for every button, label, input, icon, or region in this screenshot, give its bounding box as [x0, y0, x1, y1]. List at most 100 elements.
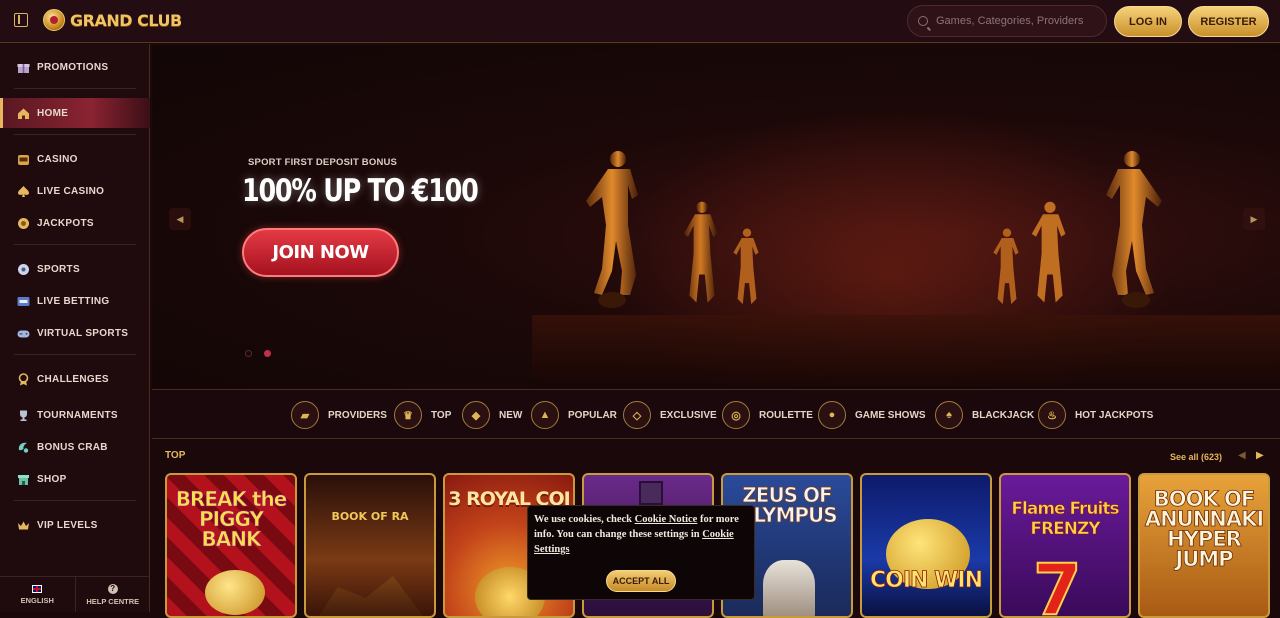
sidebar-item-label: PROMOTIONS [37, 61, 109, 73]
statue-figure-image [1096, 145, 1176, 315]
hero-floor [532, 315, 1280, 389]
category-bar: ▰ PROVIDERS ♛ TOP ◆ NEW ▲ POPULAR ◇ EXCL… [152, 389, 1280, 439]
game-tile[interactable]: BOOK OF RA [304, 473, 436, 618]
logo-coin-icon [43, 9, 65, 31]
sidebar-item-label: TOURNAMENTS [37, 409, 118, 421]
sidebar-item-vip-levels[interactable]: VIP LEVELS [0, 510, 150, 540]
sidebar-item-shop[interactable]: SHOP [0, 464, 150, 494]
soccer-ball-icon [16, 262, 30, 276]
flame-icon: ♨ [1038, 401, 1066, 429]
sidebar-footer: ENGLISH ? HELP CENTRE [0, 576, 150, 612]
logo-text: GRAND CLUB [70, 10, 182, 30]
hero-banner[interactable]: ◀ ▶ SPORT FIRST DEPOSIT BONUS 100% UP TO… [152, 45, 1280, 389]
sidebar-item-sports[interactable]: SPORTS [0, 254, 150, 284]
category-label: POPULAR [568, 409, 617, 421]
folder-icon: ▰ [291, 401, 319, 429]
section-title-top: TOP [165, 450, 186, 461]
sidebar-toggle-icon[interactable] [14, 13, 28, 27]
hero-next-arrow-icon[interactable]: ▶ [1243, 208, 1265, 230]
sidebar-item-home[interactable]: HOME [0, 98, 150, 128]
category-game-shows[interactable]: ● GAME SHOWS [818, 400, 926, 430]
sidebar-divider [14, 244, 136, 245]
sidebar-divider [14, 500, 136, 501]
category-popular[interactable]: ▲ POPULAR [531, 400, 617, 430]
game-tile[interactable]: BOOK OF ANUNNAKI HYPER JUMP [1138, 473, 1270, 618]
scroll-left-arrow-icon[interactable]: ◀ [1238, 450, 1246, 461]
cross-image [639, 481, 663, 505]
statue-figure-image [726, 225, 768, 315]
cookie-notice-link[interactable]: Cookie Notice [635, 514, 698, 525]
live-icon [16, 294, 30, 308]
gamepad-icon [16, 326, 30, 340]
help-icon: ? [107, 583, 118, 594]
sidebar-item-virtual-sports[interactable]: VIRTUAL SPORTS [0, 318, 150, 348]
cookie-text: We use cookies, check Cookie Notice for … [534, 512, 748, 557]
login-button[interactable]: LOG IN [1114, 6, 1182, 37]
sidebar-item-promotions[interactable]: PROMOTIONS [0, 52, 150, 82]
top-header: GRAND CLUB LOG IN REGISTER [0, 0, 1280, 43]
diamond-icon: ◇ [623, 401, 651, 429]
statue-figure-image [1022, 197, 1078, 317]
trophy-icon [16, 408, 30, 422]
hero-title: 100% UP TO €100 [242, 173, 479, 209]
sidebar-item-jackpots[interactable]: JACKPOTS [0, 208, 150, 238]
thumbs-up-icon: ▲ [531, 401, 559, 429]
register-button[interactable]: REGISTER [1188, 6, 1269, 37]
game-title: BREAK the PIGGY BANK [175, 487, 287, 551]
search-input[interactable] [936, 15, 1096, 27]
logo[interactable]: GRAND CLUB [43, 9, 182, 31]
spade-icon: ♠ [935, 401, 963, 429]
sidebar-item-label: JACKPOTS [37, 217, 94, 229]
sidebar-item-bonus-crab[interactable]: BONUS CRAB [0, 432, 150, 462]
claw-icon [16, 440, 30, 454]
sidebar-item-label: LIVE BETTING [37, 295, 110, 307]
sidebar-item-label: CHALLENGES [37, 373, 109, 385]
category-new[interactable]: ◆ NEW [462, 400, 522, 430]
category-roulette[interactable]: ◎ ROULETTE [722, 400, 813, 430]
scroll-right-arrow-icon[interactable]: ▶ [1256, 450, 1264, 461]
category-top[interactable]: ♛ TOP [394, 400, 451, 430]
carousel-dot[interactable] [245, 350, 252, 357]
sidebar-item-live-casino[interactable]: LIVE CASINO [0, 176, 150, 206]
game-tile[interactable]: COIN WIN [860, 473, 992, 618]
carousel-dot-active[interactable] [264, 350, 271, 357]
hero-prev-arrow-icon[interactable]: ◀ [169, 208, 191, 230]
category-providers[interactable]: ▰ PROVIDERS [291, 400, 387, 430]
category-label: ROULETTE [759, 409, 813, 421]
hero-eyebrow: SPORT FIRST DEPOSIT BONUS [248, 157, 398, 168]
language-selector[interactable]: ENGLISH [0, 577, 75, 612]
category-blackjack[interactable]: ♠ BLACKJACK [935, 400, 1034, 430]
category-exclusive[interactable]: ◇ EXCLUSIVE [623, 400, 717, 430]
cookie-banner: We use cookies, check Cookie Notice for … [527, 505, 755, 600]
sidebar-item-label: SPORTS [37, 263, 80, 275]
sidebar-divider [14, 88, 136, 89]
sidebar: PROMOTIONS HOME CASINO LIVE CASINO JACKP… [0, 44, 150, 612]
sidebar-item-label: VIRTUAL SPORTS [37, 327, 129, 339]
category-hot-jackpots[interactable]: ♨ HOT JACKPOTS [1038, 400, 1153, 430]
sidebar-item-label: SHOP [37, 473, 67, 485]
help-label: HELP CENTRE [86, 596, 140, 606]
zeus-image [763, 560, 815, 616]
join-now-button[interactable]: JOIN NOW [242, 228, 399, 277]
game-tile[interactable]: Flame Fruits FRENZY 7 [999, 473, 1131, 618]
see-all-link[interactable]: See all (623) [1170, 452, 1222, 462]
piggy-bank-image [205, 570, 265, 615]
sidebar-item-live-betting[interactable]: LIVE BETTING [0, 286, 150, 316]
sidebar-item-label: VIP LEVELS [37, 519, 98, 531]
game-tile[interactable]: BREAK the PIGGY BANK [165, 473, 297, 618]
game-title: BOOK OF ANUNNAKI HYPER JUMP [1144, 487, 1264, 571]
sidebar-item-casino[interactable]: CASINO [0, 144, 150, 174]
sidebar-item-challenges[interactable]: CHALLENGES [0, 364, 150, 394]
sidebar-item-label: CASINO [37, 153, 78, 165]
roulette-icon: ◎ [722, 401, 750, 429]
sidebar-item-tournaments[interactable]: TOURNAMENTS [0, 400, 150, 430]
sidebar-item-label: BONUS CRAB [37, 441, 108, 453]
uk-flag-icon [32, 584, 43, 593]
accept-all-button[interactable]: ACCEPT ALL [606, 570, 676, 592]
search-bar[interactable] [907, 5, 1107, 37]
game-title: COIN WIN [870, 568, 984, 593]
gift-icon [16, 60, 30, 74]
category-label: PROVIDERS [328, 409, 387, 421]
search-icon [918, 16, 928, 26]
help-centre-link[interactable]: ? HELP CENTRE [74, 577, 151, 612]
